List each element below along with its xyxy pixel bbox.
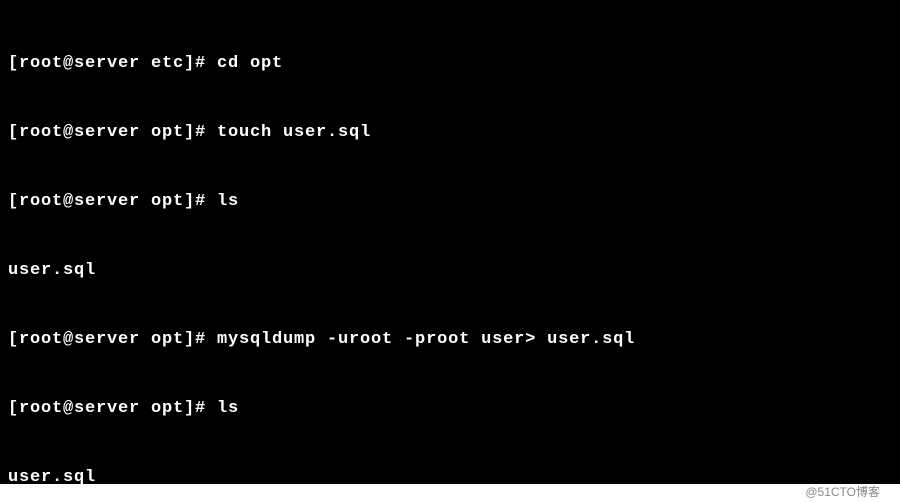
- terminal-line: [root@server opt]# ls: [8, 190, 892, 213]
- terminal-line: user.sql: [8, 466, 892, 484]
- watermark-text: @51CTO博客: [805, 483, 880, 500]
- terminal-line: [root@server opt]# ls: [8, 397, 892, 420]
- terminal-line: [root@server opt]# mysqldump -uroot -pro…: [8, 328, 892, 351]
- terminal-window[interactable]: [root@server etc]# cd opt [root@server o…: [0, 0, 900, 484]
- terminal-line: [root@server etc]# cd opt: [8, 52, 892, 75]
- terminal-line: user.sql: [8, 259, 892, 282]
- terminal-line: [root@server opt]# touch user.sql: [8, 121, 892, 144]
